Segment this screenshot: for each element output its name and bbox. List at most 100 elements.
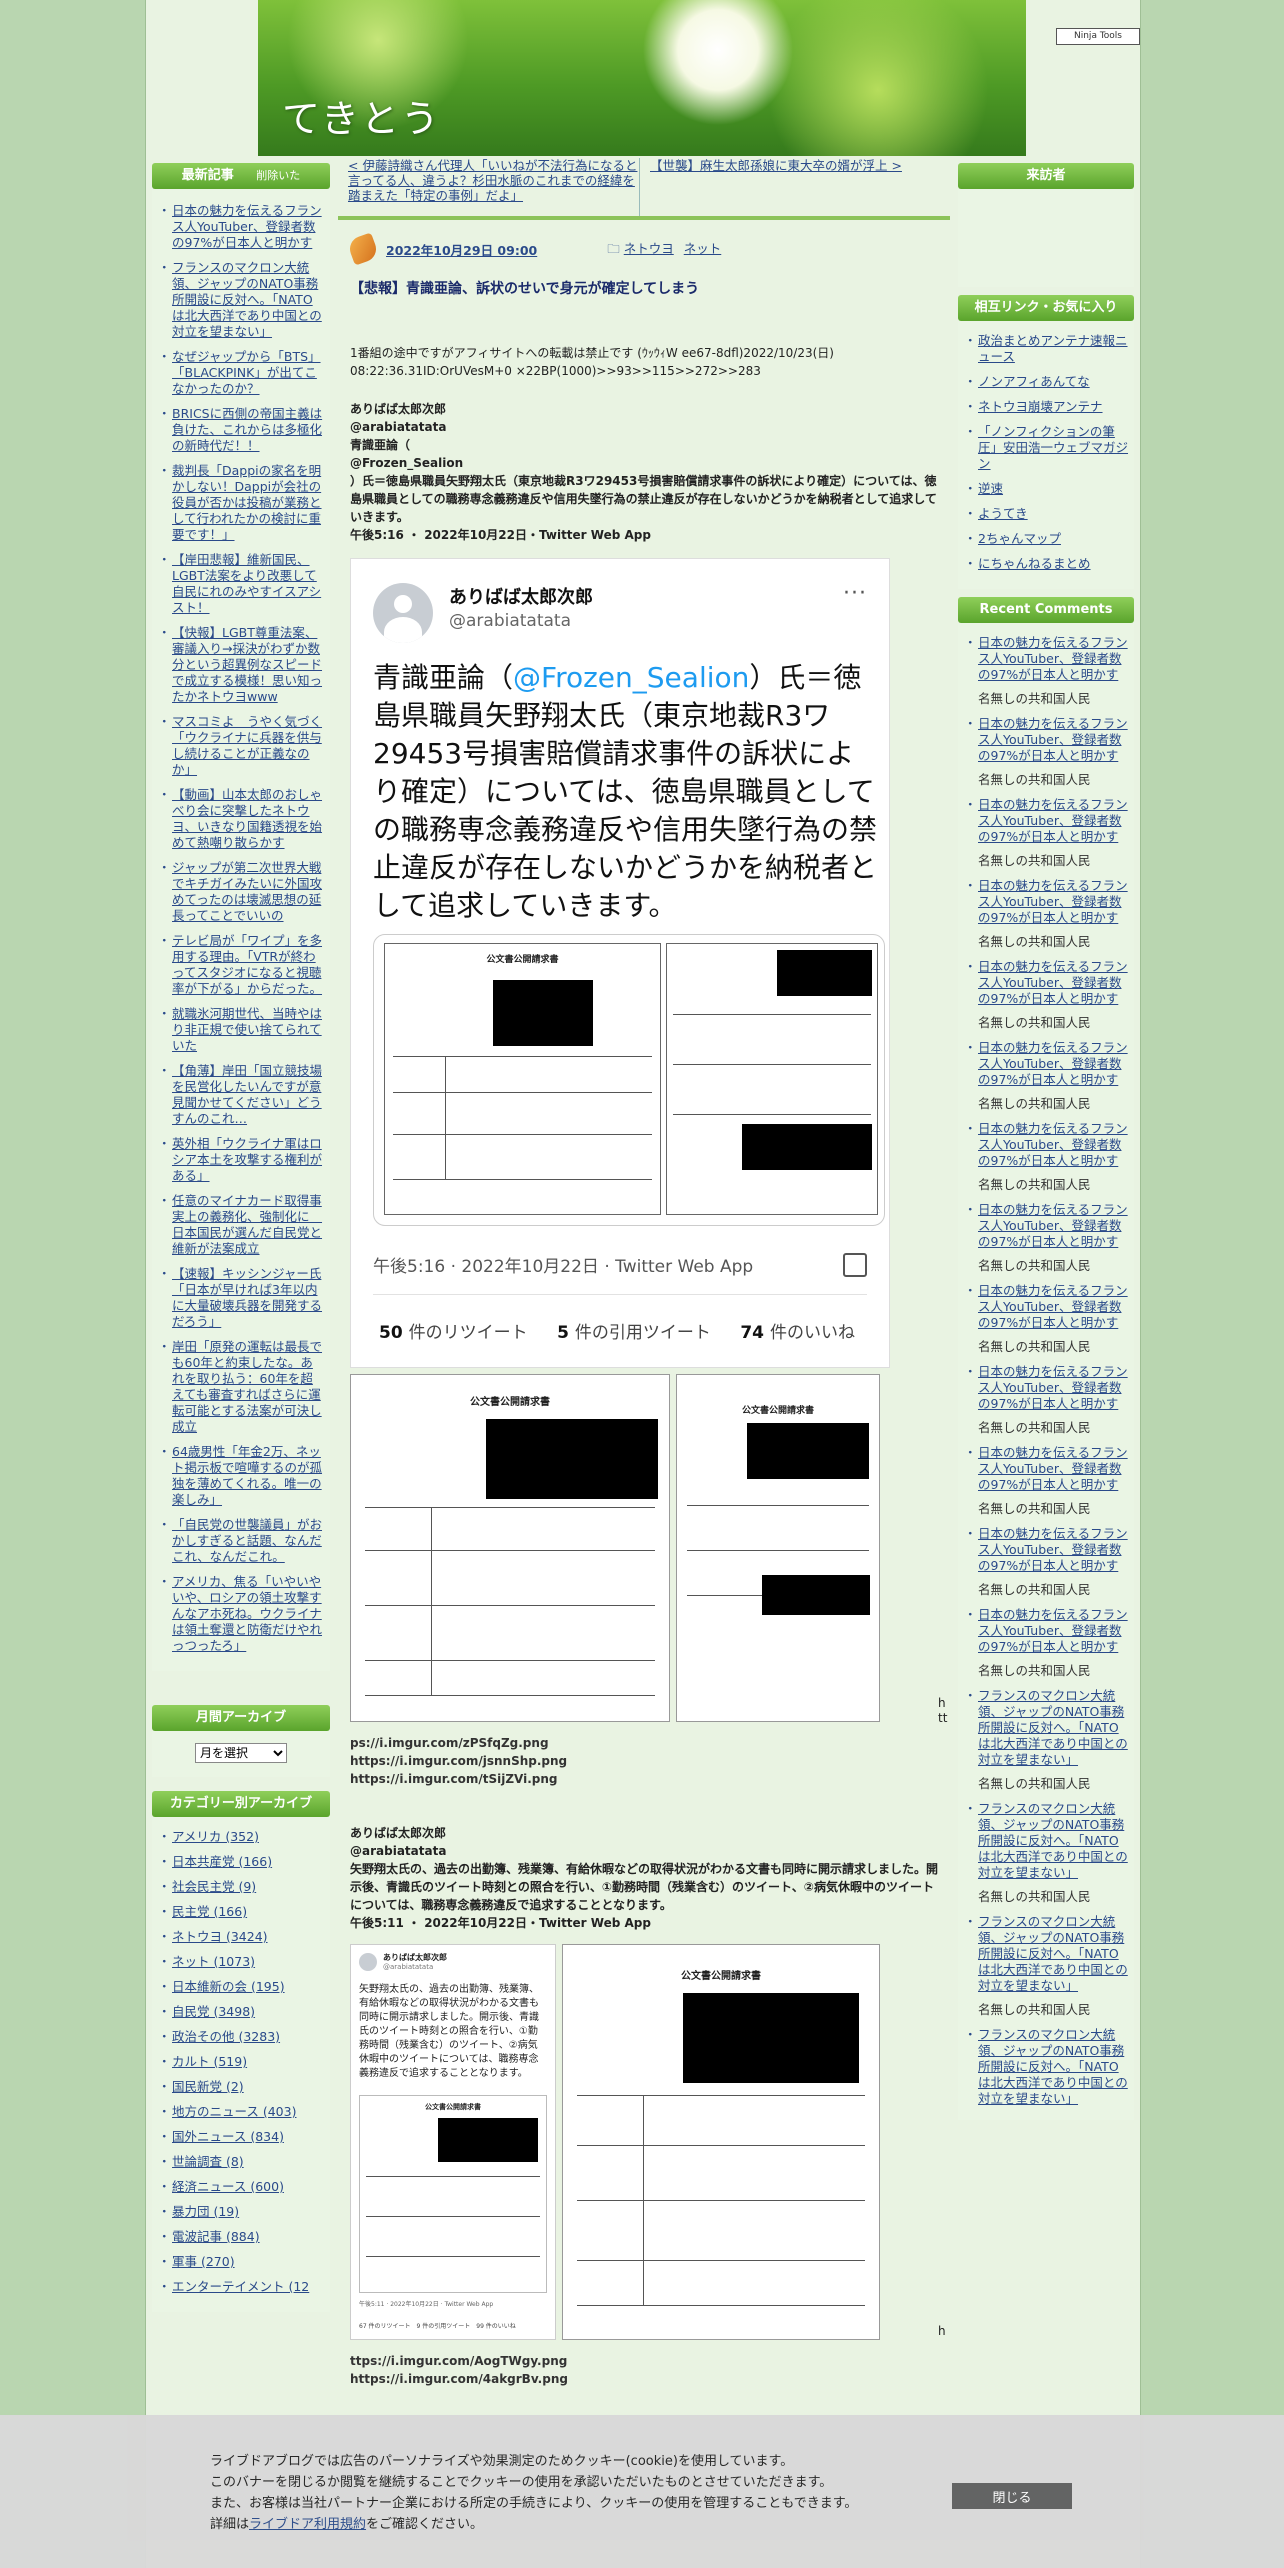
site-title[interactable]: てきとう — [282, 88, 441, 143]
recent-post-item: 「自民党の世襲議員」がおかしすぎると話題、なんだこれ、なんだこれ。 — [158, 1517, 324, 1565]
quote-tweet-stat[interactable]: 5 件の引用ツイート — [557, 1323, 711, 1343]
recent-post-link[interactable]: マスコミよ うやく気づく「ウクライナに兵器を供与し続けることが正義なのか」 — [172, 714, 322, 777]
recent-post-link[interactable]: テレビ局が「ワイプ」を多用する理由。「VTRが終わってスタジオになると視聴率が下… — [172, 933, 322, 996]
recent-post-link[interactable]: 「自民党の世襲議員」がおかしすぎると話題、なんだこれ、なんだこれ。 — [172, 1517, 322, 1564]
mutual-link-link[interactable]: 政治まとめアンテナ速報ニュース — [978, 333, 1128, 364]
prev-post-link[interactable]: < 伊藤詩織さん代理人「いいねが不法行為になると言ってる人、違うよ？杉田水脈のこ… — [348, 158, 637, 203]
recent-comment-link[interactable]: 日本の魅力を伝えるフランス人YouTuber、登録者数の97%が日本人と明かす — [978, 797, 1128, 844]
category-link[interactable]: 社会民主党 (9) — [172, 1879, 256, 1894]
category-link[interactable]: アメリカ (352) — [172, 1829, 259, 1844]
category-link[interactable]: 地方のニュース (403) — [172, 2104, 296, 2119]
recent-comment-link[interactable]: フランスのマクロン大統領、ジャップのNATO事務所開設に反対へ。「NATOは北大… — [978, 1688, 1128, 1767]
category-link[interactable]: エンターテイメント (12 — [172, 2279, 309, 2294]
recent-comment-link[interactable]: 日本の魅力を伝えるフランス人YouTuber、登録者数の97%が日本人と明かす — [978, 1202, 1128, 1249]
category-link[interactable]: 世論調査 (8) — [172, 2154, 244, 2169]
category-link[interactable]: 国外ニュース (834) — [172, 2129, 284, 2144]
recent-post-link[interactable]: フランスのマクロン大統領、ジャップのNATO事務所開設に反対へ。「NATOは北大… — [172, 260, 322, 339]
image-link[interactable]: https://i.imgur.com/4akgrBv.png — [350, 2370, 938, 2388]
tweet-embed[interactable]: ありばば太郎次郎 @arabiatatata ··· 青識亜論（@Frozen_… — [350, 558, 890, 1368]
like-stat[interactable]: 74 件のいいね — [740, 1323, 855, 1343]
avatar[interactable] — [373, 583, 433, 643]
document-images-row: 公文書公開請求書 公文書公開請求書 h tt — [350, 1374, 947, 1726]
analytics-icon[interactable] — [843, 1253, 867, 1277]
tweet-time[interactable]: 午後5:16 · 2022年10月22日 · Twitter Web App — [373, 1252, 753, 1277]
recent-post-link[interactable]: アメリカ、焦る「いやいやいや、ロシアの領土攻撃すんなアホ死ね。ウクライナは領土奪… — [172, 1574, 322, 1653]
recent-comment-link[interactable]: 日本の魅力を伝えるフランス人YouTuber、登録者数の97%が日本人と明かす — [978, 1283, 1128, 1330]
cookie-close-button[interactable]: 閉じる — [952, 2483, 1072, 2509]
recent-post-link[interactable]: 日本の魅力を伝えるフランス人YouTuber、登録者数の97%が日本人と明かす — [172, 203, 322, 250]
recent-post-link[interactable]: 英外相「ウクライナ軍はロシア本土を攻撃する権利がある」 — [172, 1136, 322, 1183]
recent-post-link[interactable]: 【動画】山本太郎のおしゃべり会に突撃したネトウヨ、いきなり国籍透視を始めて熱嘲り… — [172, 787, 322, 850]
category-link[interactable]: 国民新党 (2) — [172, 2079, 244, 2094]
recent-comment-link[interactable]: 日本の魅力を伝えるフランス人YouTuber、登録者数の97%が日本人と明かす — [978, 1364, 1128, 1411]
recent-comment-link[interactable]: 日本の魅力を伝えるフランス人YouTuber、登録者数の97%が日本人と明かす — [978, 716, 1128, 763]
recent-post-link[interactable]: 【角薄】岸田「国立競技場を民営化したいんですが意見聞かせてください」どうすんのこ… — [172, 1063, 322, 1126]
image-link[interactable]: ttps://i.imgur.com/AogTWgy.png — [350, 2352, 938, 2370]
tweet-mention-link[interactable]: @Frozen_Sealion — [513, 661, 749, 694]
recent-post-link[interactable]: 【岸田悲報】維新国民、LGBT法案をより改悪して自民にれのみやすイスアシスト！ — [172, 552, 321, 615]
mutual-link-link[interactable]: 2ちゃんマップ — [978, 531, 1061, 546]
recent-comment-link[interactable]: 日本の魅力を伝えるフランス人YouTuber、登録者数の97%が日本人と明かす — [978, 959, 1128, 1006]
recent-post-link[interactable]: ジャップが第二次世界大戦でキチガイみたいに外国攻めてったのは壊滅思想の延長ってこ… — [172, 860, 322, 923]
tweet-screenshot[interactable]: ありばば太郎次郎 @arabiatatata 矢野翔太氏の、過去の出勤簿、残業簿… — [350, 1944, 556, 2340]
category-link[interactable]: 暴力団 (19) — [172, 2204, 239, 2219]
recent-comment-link[interactable]: 日本の魅力を伝えるフランス人YouTuber、登録者数の97%が日本人と明かす — [978, 1040, 1128, 1087]
like-count: 74 — [740, 1323, 764, 1343]
category-link[interactable]: ネトウヨ (3424) — [172, 1929, 268, 1944]
mutual-link-link[interactable]: 逆速 — [978, 481, 1003, 496]
tweet-author-name[interactable]: ありばば太郎次郎 — [449, 583, 593, 609]
document-image-large[interactable]: 公文書公開請求書 — [350, 1374, 670, 1722]
category-link-netouyo[interactable]: ネトウヨ — [624, 241, 674, 256]
category-link[interactable]: 民主党 (166) — [172, 1904, 247, 1919]
image-link[interactable]: https://i.imgur.com/tSijZVi.png — [350, 1770, 938, 1788]
retweet-stat[interactable]: 50 件のリツイート — [379, 1323, 528, 1343]
recent-post-link[interactable]: 【速報】キッシンジャー氏「日本が早ければ3年以内に大量破壊兵器を開発するだろう」 — [172, 1266, 322, 1329]
redaction-block — [438, 2118, 538, 2162]
category-link-net[interactable]: ネット — [684, 241, 722, 256]
document-image-large[interactable]: 公文書公開請求書 — [562, 1944, 880, 2340]
image-link[interactable]: https://i.imgur.com/jsnnShp.png — [350, 1752, 938, 1770]
image-link[interactable]: ps://i.imgur.com/zPSfqZg.png — [350, 1734, 938, 1752]
mutual-link-link[interactable]: ネトウヨ崩壊アンテナ — [978, 399, 1103, 414]
category-link[interactable]: 軍事 (270) — [172, 2254, 235, 2269]
category-link[interactable]: 政治その他 (3283) — [172, 2029, 280, 2044]
recent-comment-link[interactable]: フランスのマクロン大統領、ジャップのNATO事務所開設に反対へ。「NATOは北大… — [978, 1801, 1128, 1880]
ninja-tools-badge[interactable]: Ninja Tools — [1056, 28, 1140, 45]
post-date[interactable]: 2022年10月29日 09:00 — [386, 240, 537, 259]
mutual-link-link[interactable]: にちゃんねるまとめ — [978, 556, 1091, 571]
recent-comment-link[interactable]: 日本の魅力を伝えるフランス人YouTuber、登録者数の97%が日本人と明かす — [978, 1607, 1128, 1654]
recent-comment-link[interactable]: フランスのマクロン大統領、ジャップのNATO事務所開設に反対へ。「NATOは北大… — [978, 1914, 1128, 1993]
category-item: ネトウヨ (3424) — [158, 1929, 324, 1945]
tweet-author-handle[interactable]: @arabiatatata — [449, 611, 571, 631]
category-link[interactable]: 日本維新の会 (195) — [172, 1979, 285, 1994]
document-image-small[interactable]: 公文書公開請求書 — [676, 1374, 880, 1722]
category-link[interactable]: カルト (519) — [172, 2054, 247, 2069]
recent-post-link[interactable]: 64歳男性「年金2万、ネット掲示板で喧嘩するのが孤独を薄めてくれる。唯一の楽しみ… — [172, 1444, 322, 1507]
recent-post-link[interactable]: 任意のマイナカード取得事実上の義務化、強制化に 日本国民が選んだ自民党と維新が法… — [172, 1193, 322, 1256]
category-link[interactable]: 電波記事 (884) — [172, 2229, 260, 2244]
recent-comment-link[interactable]: 日本の魅力を伝えるフランス人YouTuber、登録者数の97%が日本人と明かす — [978, 1526, 1128, 1573]
recent-comment-link[interactable]: 日本の魅力を伝えるフランス人YouTuber、登録者数の97%が日本人と明かす — [978, 1121, 1128, 1168]
recent-comment-link[interactable]: 日本の魅力を伝えるフランス人YouTuber、登録者数の97%が日本人と明かす — [978, 878, 1128, 925]
recent-post-link[interactable]: 【快報】LGBT尊重法案、審議入り→採決がわずか数分という超異例なスピードで成立… — [172, 625, 322, 704]
more-icon[interactable]: ··· — [843, 581, 867, 606]
recent-post-link[interactable]: BRICSに西側の帝国主義は負けた、これからは多極化の新時代だ！！ — [172, 406, 322, 453]
month-select[interactable]: 月を選択 — [195, 1743, 287, 1763]
recent-comment-link[interactable]: フランスのマクロン大統領、ジャップのNATO事務所開設に反対へ。「NATOは北大… — [978, 2027, 1128, 2106]
mutual-link-link[interactable]: 「ノンフィクションの筆圧」安田浩一ウェブマガジン — [978, 424, 1128, 471]
category-link[interactable]: 経済ニュース (600) — [172, 2179, 284, 2194]
recent-post-link[interactable]: 岸田「原発の運転は最長でも60年と約束したな。あれを取り払う：60年を超えても審… — [172, 1339, 322, 1434]
terms-link[interactable]: ライブドア利用規約 — [249, 2517, 366, 2532]
recent-comment-link[interactable]: 日本の魅力を伝えるフランス人YouTuber、登録者数の97%が日本人と明かす — [978, 1445, 1128, 1492]
recent-comment-link[interactable]: 日本の魅力を伝えるフランス人YouTuber、登録者数の97%が日本人と明かす — [978, 635, 1128, 682]
category-link[interactable]: ネット (1073) — [172, 1954, 255, 1969]
recent-post-link[interactable]: なぜジャップから「BTS」「BLACKPINK」が出てこなかったのか？ — [172, 349, 321, 396]
mutual-link-link[interactable]: ようてき — [978, 506, 1028, 521]
recent-post-link[interactable]: 裁判長「Dappiの家名を明かしない！Dappiが会社の役員が否かは投稿が業務と… — [172, 463, 322, 542]
category-link[interactable]: 自民党 (3498) — [172, 2004, 255, 2019]
next-post-link[interactable]: 【世襲】麻生太郎孫娘に東大卒の婿が浮上 > — [650, 158, 902, 173]
category-link[interactable]: 日本共産党 (166) — [172, 1854, 272, 1869]
tweet-image[interactable]: 公文書公開請求書 — [373, 934, 885, 1226]
mutual-link-link[interactable]: ノンアフィあんてな — [978, 374, 1090, 389]
recent-post-link[interactable]: 就職氷河期世代、当時やはり非正規で使い捨てられていた — [172, 1006, 322, 1053]
